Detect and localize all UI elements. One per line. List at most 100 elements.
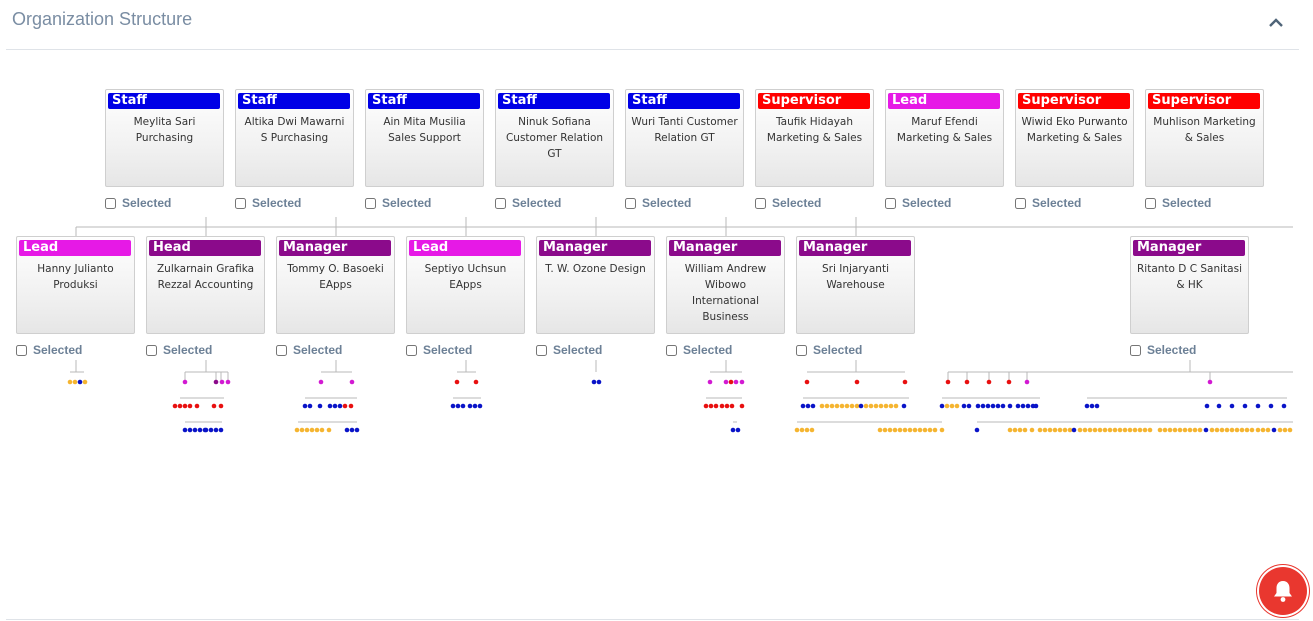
subordinate-node — [882, 427, 888, 433]
selected-checkbox-row[interactable]: Selected — [276, 342, 342, 358]
subordinate-node — [1007, 403, 1013, 409]
subordinate-node — [939, 427, 945, 433]
selected-checkbox[interactable] — [666, 344, 677, 356]
selected-checkbox-row[interactable]: Selected — [796, 342, 862, 358]
subordinate-node — [1033, 403, 1039, 409]
selected-checkbox-row[interactable]: Selected — [666, 342, 732, 358]
subordinate-node — [472, 403, 478, 409]
selected-checkbox[interactable] — [796, 344, 807, 356]
subordinate-node — [961, 403, 967, 409]
subordinate-node — [197, 427, 203, 433]
selected-checkbox[interactable] — [406, 344, 417, 356]
org-card[interactable]: Manager Sri Injaryanti Warehouse — [796, 236, 915, 334]
org-card[interactable]: Lead Hanny Julianto Produksi — [16, 236, 135, 334]
subordinate-node — [219, 379, 225, 385]
selected-checkbox-row[interactable]: Selected — [365, 195, 431, 211]
subordinate-node — [182, 379, 188, 385]
subordinate-node — [897, 427, 903, 433]
selected-checkbox[interactable] — [105, 197, 116, 209]
subordinate-node — [1244, 427, 1250, 433]
org-card[interactable]: Manager Tommy O. Basoeki EApps — [276, 236, 395, 334]
selected-checkbox[interactable] — [365, 197, 376, 209]
selected-checkbox-row[interactable]: Selected — [885, 195, 951, 211]
org-card[interactable]: Supervisor Wiwid Eko Purwanto Marketing &… — [1015, 89, 1134, 187]
subordinate-node — [986, 379, 992, 385]
subordinate-node — [213, 379, 219, 385]
selected-checkbox-row[interactable]: Selected — [536, 342, 602, 358]
role-badge: Head — [149, 240, 261, 256]
subordinate-node — [1037, 427, 1043, 433]
employee-name: Altika Dwi Mawarni S Purchasing — [244, 116, 345, 144]
subordinate-node — [1006, 379, 1012, 385]
selected-checkbox[interactable] — [625, 197, 636, 209]
subordinate-node — [1087, 427, 1093, 433]
selected-label: Selected — [293, 343, 343, 357]
subordinate-node — [1012, 427, 1018, 433]
selected-checkbox[interactable] — [1130, 344, 1141, 356]
selected-label: Selected — [902, 196, 952, 210]
selected-checkbox[interactable] — [1015, 197, 1026, 209]
selected-checkbox[interactable] — [495, 197, 506, 209]
selected-checkbox-row[interactable]: Selected — [406, 342, 472, 358]
subordinate-node — [450, 403, 456, 409]
subordinate-node — [1102, 427, 1108, 433]
selected-checkbox-row[interactable]: Selected — [625, 195, 691, 211]
org-card[interactable]: Staff Ninuk Sofiana Customer Relation GT — [495, 89, 614, 187]
selected-checkbox-row[interactable]: Selected — [1015, 195, 1081, 211]
subordinate-node — [309, 427, 315, 433]
subordinate-node — [939, 403, 945, 409]
subordinate-node — [218, 403, 224, 409]
selected-checkbox[interactable] — [146, 344, 157, 356]
org-card[interactable]: Staff Meylita Sari Purchasing — [105, 89, 224, 187]
org-card[interactable]: Staff Ain Mita Musilia Sales Support — [365, 89, 484, 187]
org-card[interactable]: Supervisor Taufik Hidayah Marketing & Sal… — [755, 89, 874, 187]
org-card[interactable]: Head Zulkarnain Grafika Rezzal Accounting — [146, 236, 265, 334]
subordinate-node — [1084, 403, 1090, 409]
subordinate-node — [1192, 427, 1198, 433]
selected-checkbox[interactable] — [16, 344, 27, 356]
selected-checkbox[interactable] — [235, 197, 246, 209]
subordinate-node — [1260, 427, 1266, 433]
org-card[interactable]: Lead Septiyo Uchsun EApps — [406, 236, 525, 334]
subordinate-node — [917, 427, 923, 433]
org-card[interactable]: Manager T. W. Ozone Design — [536, 236, 655, 334]
selected-checkbox-row[interactable]: Selected — [1130, 342, 1196, 358]
subordinate-node — [707, 379, 713, 385]
selected-checkbox-row[interactable]: Selected — [495, 195, 561, 211]
subordinate-node — [944, 403, 950, 409]
org-card[interactable]: Lead Maruf Efendi Marketing & Sales — [885, 89, 1004, 187]
selected-checkbox[interactable] — [536, 344, 547, 356]
selected-checkbox-row[interactable]: Selected — [235, 195, 301, 211]
subordinate-node — [342, 403, 348, 409]
notification-button[interactable] — [1259, 567, 1307, 615]
subordinate-node — [854, 403, 860, 409]
org-card[interactable]: Staff Wuri Tanti Customer Relation GT — [625, 89, 744, 187]
subordinate-node — [182, 403, 188, 409]
selected-checkbox[interactable] — [755, 197, 766, 209]
selected-checkbox-row[interactable]: Selected — [1145, 195, 1211, 211]
selected-checkbox[interactable] — [885, 197, 896, 209]
subordinate-node — [1024, 379, 1030, 385]
selected-checkbox-row[interactable]: Selected — [755, 195, 821, 211]
role-badge: Manager — [539, 240, 651, 256]
subordinate-node — [1239, 427, 1245, 433]
selected-checkbox-row[interactable]: Selected — [16, 342, 82, 358]
org-card[interactable]: Manager Ritanto D C Sanitasi & HK — [1130, 236, 1249, 334]
selected-checkbox-row[interactable]: Selected — [146, 342, 212, 358]
org-card[interactable]: Staff Altika Dwi Mawarni S Purchasing — [235, 89, 354, 187]
subordinate-node — [1112, 427, 1118, 433]
subordinate-node — [980, 403, 986, 409]
subordinate-node — [1107, 427, 1113, 433]
subordinate-node — [332, 403, 338, 409]
selected-checkbox[interactable] — [1145, 197, 1156, 209]
subordinate-node — [819, 403, 825, 409]
subordinate-node — [800, 403, 806, 409]
selected-checkbox[interactable] — [276, 344, 287, 356]
subordinate-node — [1015, 403, 1021, 409]
org-card[interactable]: Manager William Andrew Wibowo Internation… — [666, 236, 785, 334]
subordinate-node — [1197, 427, 1203, 433]
selected-checkbox-row[interactable]: Selected — [105, 195, 171, 211]
org-card[interactable]: Supervisor Muhlison Marketing & Sales — [1145, 89, 1264, 187]
employee-name: Ain Mita Musilia Sales Support — [383, 116, 466, 144]
subordinate-node — [337, 403, 343, 409]
